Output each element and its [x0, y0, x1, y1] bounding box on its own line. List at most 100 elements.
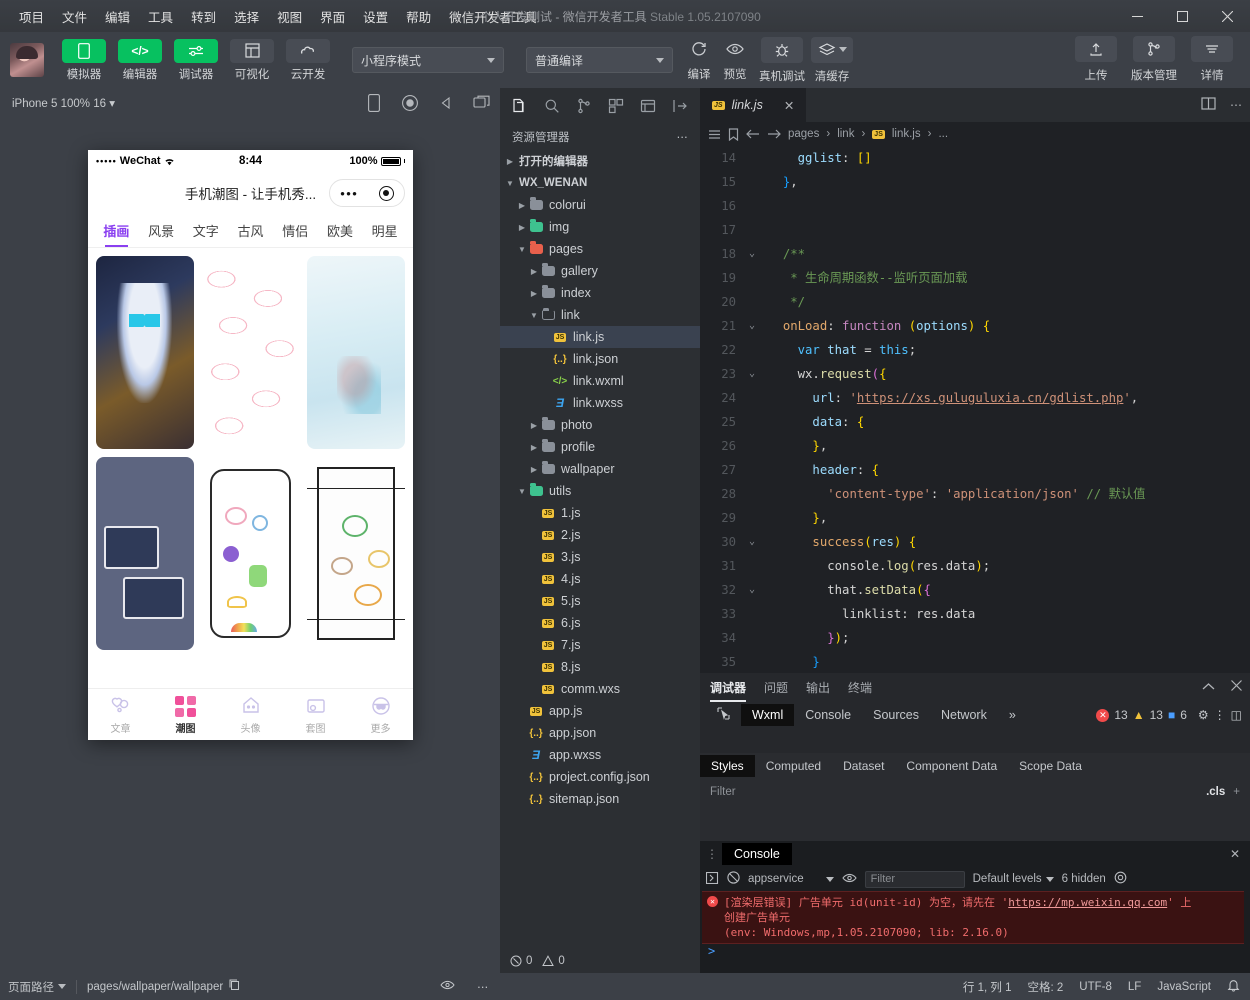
gear-icon[interactable] [1114, 871, 1127, 887]
dock-icon[interactable]: ◫ [1231, 708, 1242, 722]
fold-chevron-icon[interactable]: ⌄ [742, 530, 762, 554]
capsule-button[interactable]: ••• [329, 179, 405, 207]
tree-item[interactable]: ▼ utils [500, 480, 700, 502]
tree-item[interactable]: {..} project.config.json [500, 766, 700, 788]
bell-icon[interactable] [1227, 978, 1240, 995]
category-tab-6[interactable]: 明星 [362, 214, 407, 247]
more-icon[interactable]: ⋯ [477, 980, 489, 994]
menu-item-5[interactable]: 选择 [225, 3, 268, 30]
breadcrumb-pages[interactable]: pages [788, 128, 819, 140]
category-tab-5[interactable]: 欧美 [318, 214, 363, 247]
style-tab-scope-data[interactable]: Scope Data [1008, 755, 1093, 777]
tree-item[interactable]: ▶ profile [500, 436, 700, 458]
volume-icon[interactable] [434, 92, 458, 114]
cls-button[interactable]: .cls [1206, 786, 1225, 798]
console-levels-select[interactable]: Default levels [973, 873, 1054, 885]
category-tab-1[interactable]: 风景 [139, 214, 184, 247]
code-area[interactable]: 14 gglist: [] 15 }, 16 17 18 ⌄ /** 19 * 生命周期函数… [700, 146, 1250, 673]
breadcrumb-file[interactable]: link.js [892, 128, 921, 140]
editor-tab-linkjs[interactable]: JS link.js ✕ [700, 88, 807, 122]
menu-item-9[interactable]: 帮助 [397, 3, 440, 30]
style-tab-styles[interactable]: Styles [700, 755, 755, 777]
toolbar-button-layout[interactable]: 可视化 [227, 38, 277, 82]
search-icon[interactable] [539, 93, 565, 119]
files-icon[interactable] [507, 93, 533, 119]
capsule-menu-icon[interactable]: ••• [340, 187, 358, 200]
error-link[interactable]: https://mp.weixin.qq.com [1008, 896, 1167, 909]
tree-item[interactable]: JS 4.js [500, 568, 700, 590]
breadcrumb-link[interactable]: link [837, 128, 854, 140]
menu-item-2[interactable]: 编辑 [96, 3, 139, 30]
indent-setting[interactable]: 空格: 2 [1028, 979, 1064, 995]
menu-item-3[interactable]: 工具 [139, 3, 182, 30]
tabbar-item-4[interactable]: 更多 [348, 694, 413, 735]
debugger-panel-tab-2[interactable]: 输出 [806, 679, 830, 696]
compile-action[interactable]: 编译 [681, 37, 717, 82]
devtools-tab-network[interactable]: Network [930, 704, 998, 726]
info-count[interactable]: 6 [1180, 708, 1187, 722]
upload-action[interactable]: 上传 [1068, 36, 1124, 83]
toolbar-button-debug[interactable]: 调试器 [171, 38, 221, 82]
version-action[interactable]: 版本管理 [1124, 36, 1184, 83]
close-icon[interactable]: ✕ [1230, 847, 1240, 861]
outline-list-icon[interactable] [708, 128, 721, 141]
preview-action[interactable]: 预览 [717, 37, 753, 82]
close-button[interactable] [1205, 0, 1250, 32]
language-mode[interactable]: JavaScript [1157, 981, 1211, 993]
grid-item[interactable] [201, 256, 300, 449]
fold-chevron-icon[interactable]: ⌄ [742, 362, 762, 386]
tree-item[interactable]: ▼ link [500, 304, 700, 326]
record-icon[interactable] [398, 92, 422, 114]
tree-item[interactable]: {..} link.json [500, 348, 700, 370]
close-icon[interactable]: ✕ [784, 98, 794, 113]
tabbar-item-1[interactable]: 潮图 [153, 694, 218, 735]
debugger-panel-tab-0[interactable]: 调试器 [710, 679, 747, 702]
devtools-tab-wxml[interactable]: Wxml [741, 704, 795, 726]
category-tab-0[interactable]: 插画 [94, 214, 139, 247]
styles-filter-input[interactable]: Filter [710, 786, 736, 798]
tree-item[interactable]: JS 2.js [500, 524, 700, 546]
console-filter-input[interactable]: Filter [864, 870, 965, 888]
style-tab-computed[interactable]: Computed [755, 755, 832, 777]
menu-item-6[interactable]: 视图 [268, 3, 311, 30]
console-prompt[interactable]: > [700, 944, 1250, 958]
tree-item[interactable]: </> link.wxml [500, 370, 700, 392]
tree-section[interactable]: ▼ WX_WENAN [500, 172, 700, 194]
execution-context-icon[interactable] [705, 871, 719, 887]
split-editor-icon[interactable] [1201, 96, 1216, 114]
page-path-value[interactable]: pages/wallpaper/wallpaper [87, 981, 223, 993]
remote-debug-action[interactable]: 真机调试 [759, 36, 805, 84]
category-tab-3[interactable]: 古风 [228, 214, 273, 247]
tree-item[interactable]: {..} app.json [500, 722, 700, 744]
grid-item[interactable] [96, 256, 194, 449]
menu-item-0[interactable]: 项目 [10, 3, 53, 30]
back-icon[interactable] [746, 128, 760, 140]
gear-icon[interactable]: ⚙ [1198, 708, 1209, 722]
fold-chevron-icon[interactable]: ⌄ [742, 578, 762, 602]
grid-item[interactable] [96, 457, 194, 650]
grid-item[interactable] [307, 457, 405, 650]
eye-icon[interactable] [440, 979, 455, 994]
tree-item[interactable]: ▶ img [500, 216, 700, 238]
capsule-close-icon[interactable] [378, 185, 394, 201]
tree-item[interactable]: ▶ colorui [500, 194, 700, 216]
debugger-panel-tab-3[interactable]: 终端 [848, 679, 872, 696]
tree-item[interactable]: Ǝlink.wxss [500, 392, 700, 414]
encoding[interactable]: UTF-8 [1079, 981, 1112, 993]
tree-item[interactable]: JS app.js [500, 700, 700, 722]
menu-item-7[interactable]: 界面 [311, 3, 354, 30]
console-error-message[interactable]: ✕ [渲染层错误] 广告单元 id(unit-id) 为空，请先在 'https… [702, 891, 1244, 944]
cursor-position[interactable]: 行 1, 列 1 [963, 979, 1012, 995]
kebab-icon[interactable]: ⋮ [1214, 708, 1226, 722]
tree-item[interactable]: JS 6.js [500, 612, 700, 634]
phone-rotate-icon[interactable] [362, 92, 386, 114]
screenshot-icon[interactable] [470, 92, 494, 114]
tree-item[interactable]: ▼ pages [500, 238, 700, 260]
details-action[interactable]: 详情 [1184, 36, 1240, 83]
grid-item[interactable] [201, 457, 300, 650]
tree-section[interactable]: ▶ 打开的编辑器 [500, 150, 700, 172]
tree-item[interactable]: {..} sitemap.json [500, 788, 700, 810]
source-control-icon[interactable] [571, 93, 597, 119]
inspect-icon[interactable] [706, 703, 741, 727]
page-path-selector[interactable]: 页面路径 [8, 979, 66, 995]
